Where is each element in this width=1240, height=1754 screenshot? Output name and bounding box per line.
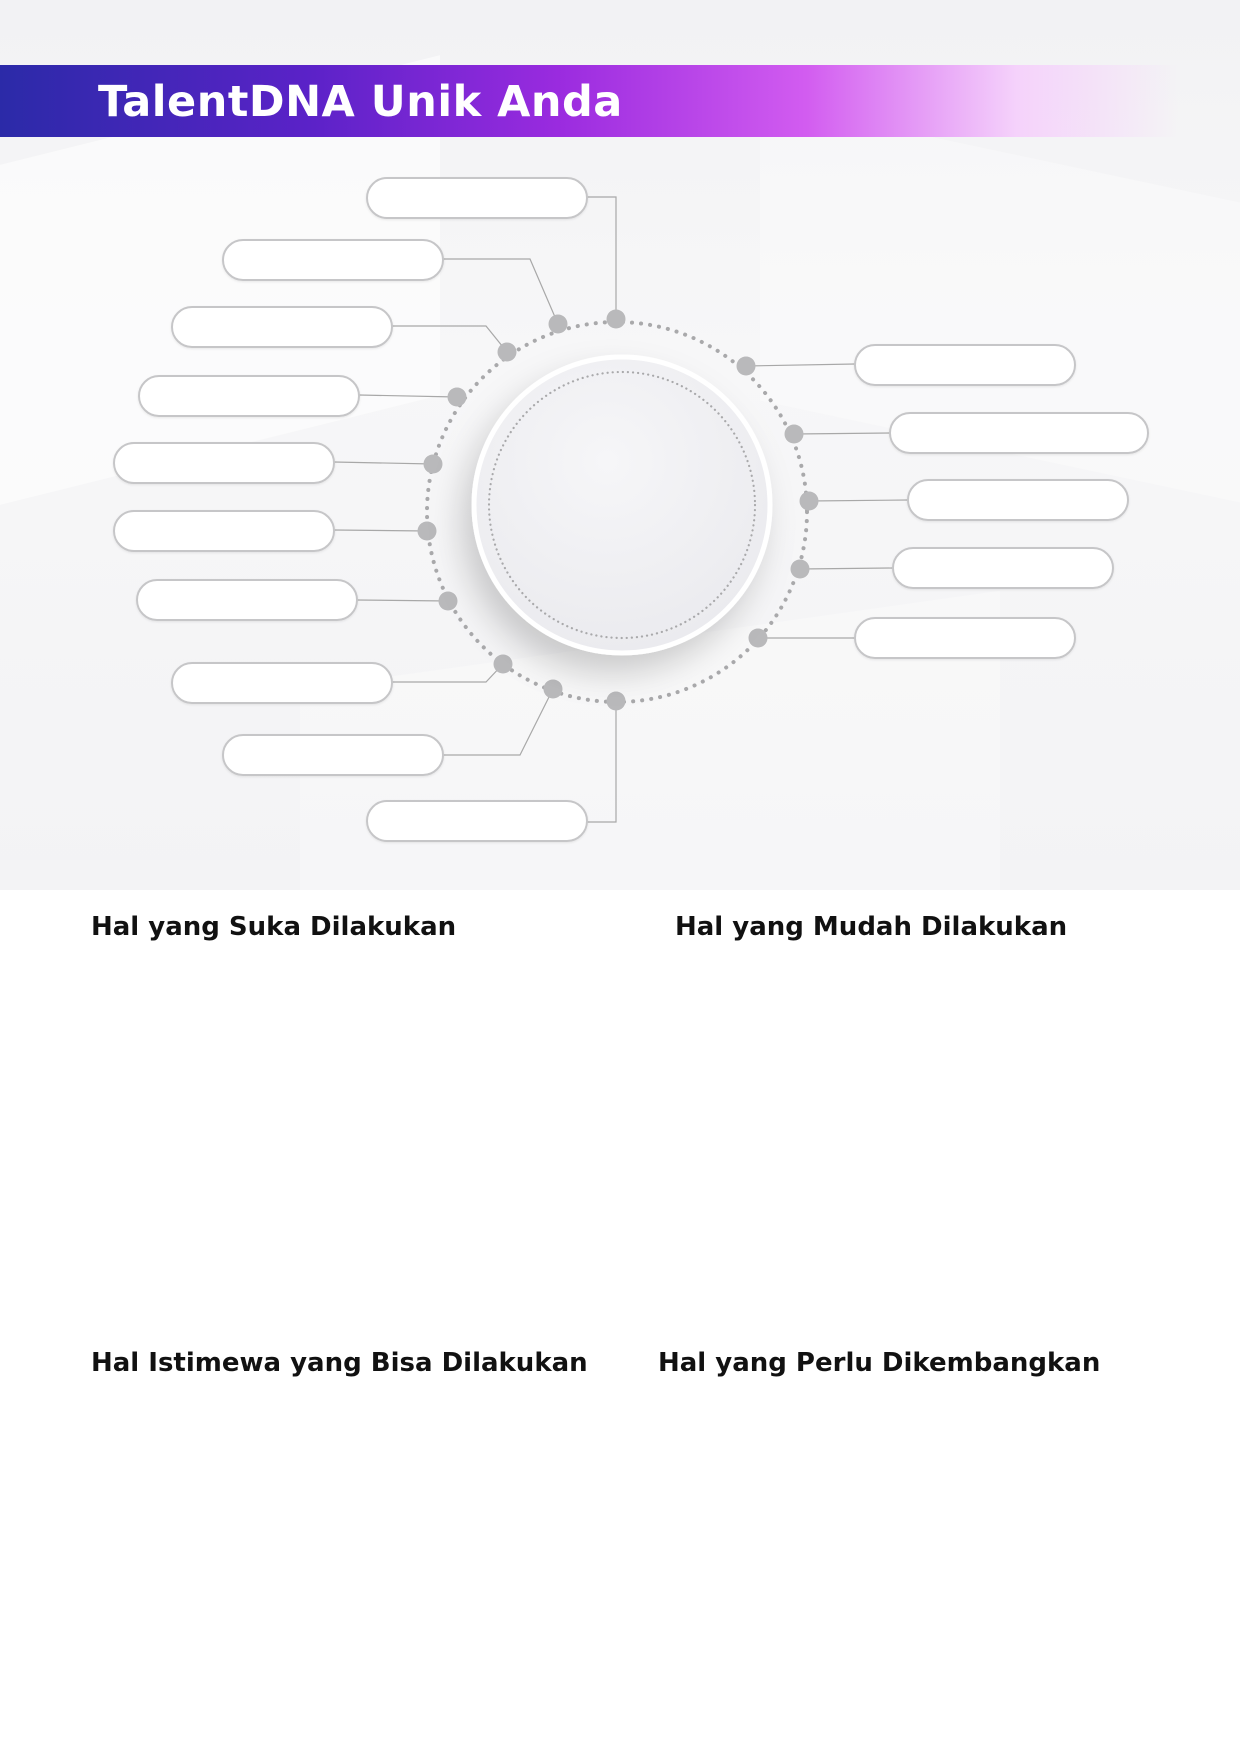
connector-line <box>793 432 891 435</box>
connector-line <box>799 567 894 570</box>
talent-dna-diagram <box>113 177 1149 842</box>
ring-dot <box>438 591 458 611</box>
ring-dot <box>790 559 810 579</box>
ring-dot <box>417 521 437 541</box>
left-label-pill-6 <box>113 510 335 552</box>
label-pill-box <box>854 617 1076 659</box>
ring-dot <box>784 424 804 444</box>
connector-line <box>333 529 428 532</box>
ring-dot <box>606 691 626 711</box>
left-label-pill-10 <box>366 800 588 842</box>
right-label-pill-3 <box>907 479 1129 521</box>
left-label-pill-9 <box>222 734 444 776</box>
label-pill-box <box>171 306 393 348</box>
ring-dot <box>736 356 756 376</box>
label-pill-box <box>889 412 1149 454</box>
ring-dot <box>543 679 563 699</box>
section-title-special: Hal Istimewa yang Bisa Dilakukan <box>91 1348 588 1378</box>
section-title-develop: Hal yang Perlu Dikembangkan <box>658 1348 1101 1378</box>
right-label-pill-4 <box>892 547 1114 589</box>
right-label-pill-2 <box>889 412 1149 454</box>
connector-line <box>392 325 508 353</box>
connector-line <box>443 258 559 325</box>
right-label-pill-1 <box>854 344 1076 386</box>
label-pill-box <box>892 547 1114 589</box>
label-pill-box <box>138 375 360 417</box>
ring-dot <box>548 314 568 334</box>
connector-line <box>356 599 449 602</box>
connector-line <box>587 701 617 823</box>
section-title-likes: Hal yang Suka Dilakukan <box>91 912 457 942</box>
ring-dot <box>447 387 467 407</box>
ring-dot <box>493 654 513 674</box>
connector-line <box>358 394 458 398</box>
label-pill-box <box>222 239 444 281</box>
connector-line <box>333 461 434 465</box>
left-label-pill-8 <box>171 662 393 704</box>
left-label-pill-1 <box>366 177 588 219</box>
connector-line <box>392 663 504 683</box>
label-pill-box <box>113 442 335 484</box>
right-label-pill-5 <box>854 617 1076 659</box>
label-pill-box <box>366 177 588 219</box>
center-disc <box>471 354 773 656</box>
ring-dot <box>606 309 626 329</box>
label-pill-box <box>136 579 358 621</box>
label-pill-box <box>113 510 335 552</box>
section-title-easy: Hal yang Mudah Dilakukan <box>675 912 1068 942</box>
ring-dot <box>497 342 517 362</box>
left-label-pill-5 <box>113 442 335 484</box>
label-pill-box <box>171 662 393 704</box>
left-label-pill-4 <box>138 375 360 417</box>
label-pill-box <box>222 734 444 776</box>
connector-line <box>808 499 909 502</box>
page: TalentDNA Unik Anda Hal yang Suka Dilaku… <box>0 0 1240 1754</box>
label-pill-box <box>854 344 1076 386</box>
connector-line <box>443 688 554 756</box>
label-pill-box <box>907 479 1129 521</box>
left-label-pill-7 <box>136 579 358 621</box>
ring-dot <box>423 454 443 474</box>
label-pill-box <box>366 800 588 842</box>
left-label-pill-3 <box>171 306 393 348</box>
left-label-pill-2 <box>222 239 444 281</box>
ring-dot <box>748 628 768 648</box>
connector-line <box>745 363 856 367</box>
ring-dot <box>799 491 819 511</box>
connector-line <box>587 196 617 319</box>
